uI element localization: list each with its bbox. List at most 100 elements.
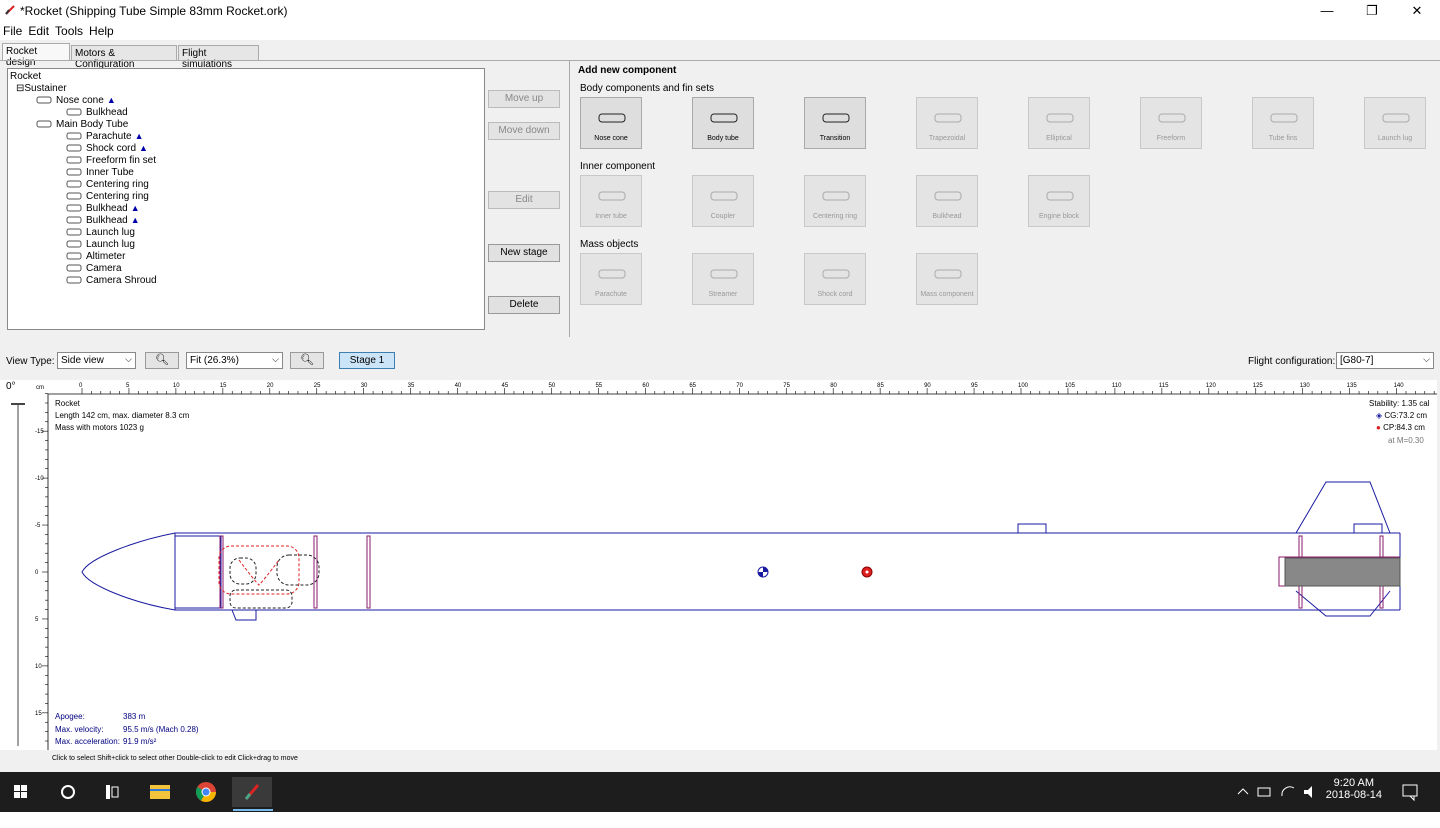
notification-icon[interactable] (1400, 782, 1420, 802)
ruler-tick-label: 50 (549, 383, 556, 389)
apogee-label: Apogee: (55, 712, 85, 721)
file-explorer-icon[interactable] (140, 777, 180, 807)
launch-lug-add-button[interactable]: Launch lug (1364, 97, 1426, 149)
tree-item[interactable]: Camera Shroud (66, 275, 157, 286)
view-type-select[interactable]: Side view ⌵ (57, 352, 136, 369)
nose-cone-shape[interactable] (81, 532, 176, 611)
menu-edit[interactable]: Edit (25, 22, 52, 38)
launch-lug-shape[interactable] (1017, 523, 1047, 534)
trapezoidal-add-button[interactable]: Trapezoidal (916, 97, 978, 149)
engine-block-add-button[interactable]: Engine block (1028, 175, 1090, 227)
zoom-out-button[interactable]: 🔍︎ (145, 352, 179, 369)
volume-icon (1304, 786, 1312, 798)
minimize-button[interactable]: — (1304, 0, 1350, 22)
tree-root[interactable]: Rocket (10, 71, 41, 82)
tree-stage[interactable]: ⊟Sustainer (16, 83, 67, 94)
tree-item[interactable]: Altimeter (66, 251, 125, 262)
launch-lug-shape-2[interactable] (1353, 523, 1383, 534)
maximize-button[interactable]: ❐ (1349, 0, 1395, 22)
coupler-add-button[interactable]: Coupler (692, 175, 754, 227)
tree-item[interactable]: Nose cone ▲ (36, 95, 116, 106)
freeform-add-button[interactable]: Freeform (1140, 97, 1202, 149)
zoom-select[interactable]: Fit (26.3%) ⌵ (186, 352, 283, 369)
move-up-button[interactable]: Move up (488, 90, 560, 108)
edit-button[interactable]: Edit (488, 191, 560, 209)
centering-ring-shape-2[interactable] (366, 535, 371, 609)
nose-shoulder[interactable] (174, 535, 222, 609)
search-icon[interactable] (48, 777, 88, 807)
cg-marker[interactable] (757, 566, 769, 578)
tab-motors-configuration[interactable]: Motors & Configuration (71, 45, 177, 70)
centering-ring-icon (822, 191, 850, 201)
fin-bottom-shape[interactable] (1295, 590, 1391, 617)
tree-item[interactable]: Bulkhead ▲ (66, 215, 140, 226)
tree-item[interactable]: Launch lug (66, 227, 135, 238)
tab-flight-simulations[interactable]: Flight simulations (178, 45, 259, 70)
tree-item[interactable]: Centering ring (66, 179, 149, 190)
flight-configuration-select[interactable]: [G80-7] ⌵ (1336, 352, 1434, 369)
tree-item[interactable]: Camera (66, 263, 122, 274)
streamer-icon (710, 269, 738, 279)
mass-override-icon: ▲ (139, 143, 148, 153)
streamer-add-button[interactable]: Streamer (692, 253, 754, 305)
velocity-label: Max. velocity: (55, 725, 104, 734)
camera-shroud-icon (66, 276, 82, 284)
windows-start-icon[interactable] (0, 777, 40, 807)
centering-ring-add-button[interactable]: Centering ring (804, 175, 866, 227)
chrome-icon[interactable] (186, 777, 226, 807)
delete-button[interactable]: Delete (488, 296, 560, 314)
velocity-value: 95.5 m/s (Mach 0.28) (123, 725, 199, 734)
centering-ring-shape[interactable] (313, 535, 318, 609)
task-view-icon[interactable] (93, 777, 133, 807)
openrocket-taskbar-icon[interactable] (232, 777, 272, 807)
component-tree[interactable]: Rocket ⊟Sustainer Nose cone ▲ Bulkhead Main… (7, 68, 485, 330)
inner-tube-icon (598, 191, 626, 201)
rocket-figure-canvas[interactable]: cm 0 5 10 15 20 25 30 35 40 45 50 55 60 65 70 75 80 85 90 9… (34, 380, 1437, 750)
system-tray-icons[interactable] (1234, 784, 1324, 800)
camera-shroud-shape[interactable] (231, 609, 257, 621)
shock-cord-add-button[interactable]: Shock cord (804, 253, 866, 305)
zoom-in-button[interactable]: 🔍︎ (290, 352, 324, 369)
stability-readout: Stability: 1.35 cal (1369, 399, 1430, 408)
tree-item[interactable]: Bulkhead (66, 107, 128, 118)
mass-component-add-button[interactable]: Mass component (916, 253, 978, 305)
tree-item[interactable]: Freeform fin set (66, 155, 156, 166)
menu-help[interactable]: Help (86, 22, 117, 38)
menu-file[interactable]: File (0, 22, 25, 38)
rotation-slider[interactable] (8, 396, 28, 750)
motor-shape[interactable] (1284, 557, 1401, 587)
body-tube-add-button[interactable]: Body tube (692, 97, 754, 149)
rocket-figure[interactable]: cm 0 5 10 15 20 25 30 35 40 45 50 55 60 65 70 75 80 85 90 9… (34, 380, 1437, 750)
menu-tools[interactable]: Tools (52, 22, 86, 38)
tab-rocket-design[interactable]: Rocket design (2, 43, 70, 68)
taskbar-clock[interactable]: 9:20 AM 2018-08-14 (1326, 777, 1382, 801)
shock-cord-shape[interactable] (229, 554, 320, 609)
close-button[interactable]: ✕ (1394, 0, 1440, 22)
fin-top-shape[interactable] (1295, 481, 1391, 534)
cp-marker[interactable] (861, 566, 873, 578)
transition-add-button[interactable]: Transition (804, 97, 866, 149)
nose-cone-add-button[interactable]: Nose cone (580, 97, 642, 149)
tube-fins-add-button[interactable]: Tube fins (1252, 97, 1314, 149)
tree-item[interactable]: Bulkhead ▲ (66, 203, 140, 214)
inner-components[interactable] (219, 535, 1400, 609)
bulkhead-add-button[interactable]: Bulkhead (916, 175, 978, 227)
tree-item[interactable]: Parachute ▲ (66, 131, 144, 142)
elliptical-add-button[interactable]: Elliptical (1028, 97, 1090, 149)
stage-1-toggle[interactable]: Stage 1 (339, 352, 395, 369)
view-toolbar: View Type: Side view ⌵ 🔍︎ Fit (26.3%) ⌵ 🔍︎… (0, 350, 1440, 372)
parachute-shape[interactable] (218, 545, 300, 595)
ruler-tick-label: 70 (736, 383, 743, 389)
move-down-button[interactable]: Move down (488, 122, 560, 140)
tree-item[interactable]: Main Body Tube (36, 119, 128, 130)
inner-tube-add-button[interactable]: Inner tube (580, 175, 642, 227)
ruler-tick-label: 105 (1065, 383, 1076, 389)
tree-item[interactable]: Centering ring (66, 191, 149, 202)
new-stage-button[interactable]: New stage (488, 244, 560, 262)
cg-icon: ◈ (1376, 411, 1383, 420)
tree-item[interactable]: Launch lug (66, 239, 135, 250)
rocket-outline[interactable] (81, 481, 1401, 621)
parachute-add-button[interactable]: Parachute (580, 253, 642, 305)
tree-item[interactable]: Inner Tube (66, 167, 134, 178)
tree-item[interactable]: Shock cord ▲ (66, 143, 148, 154)
